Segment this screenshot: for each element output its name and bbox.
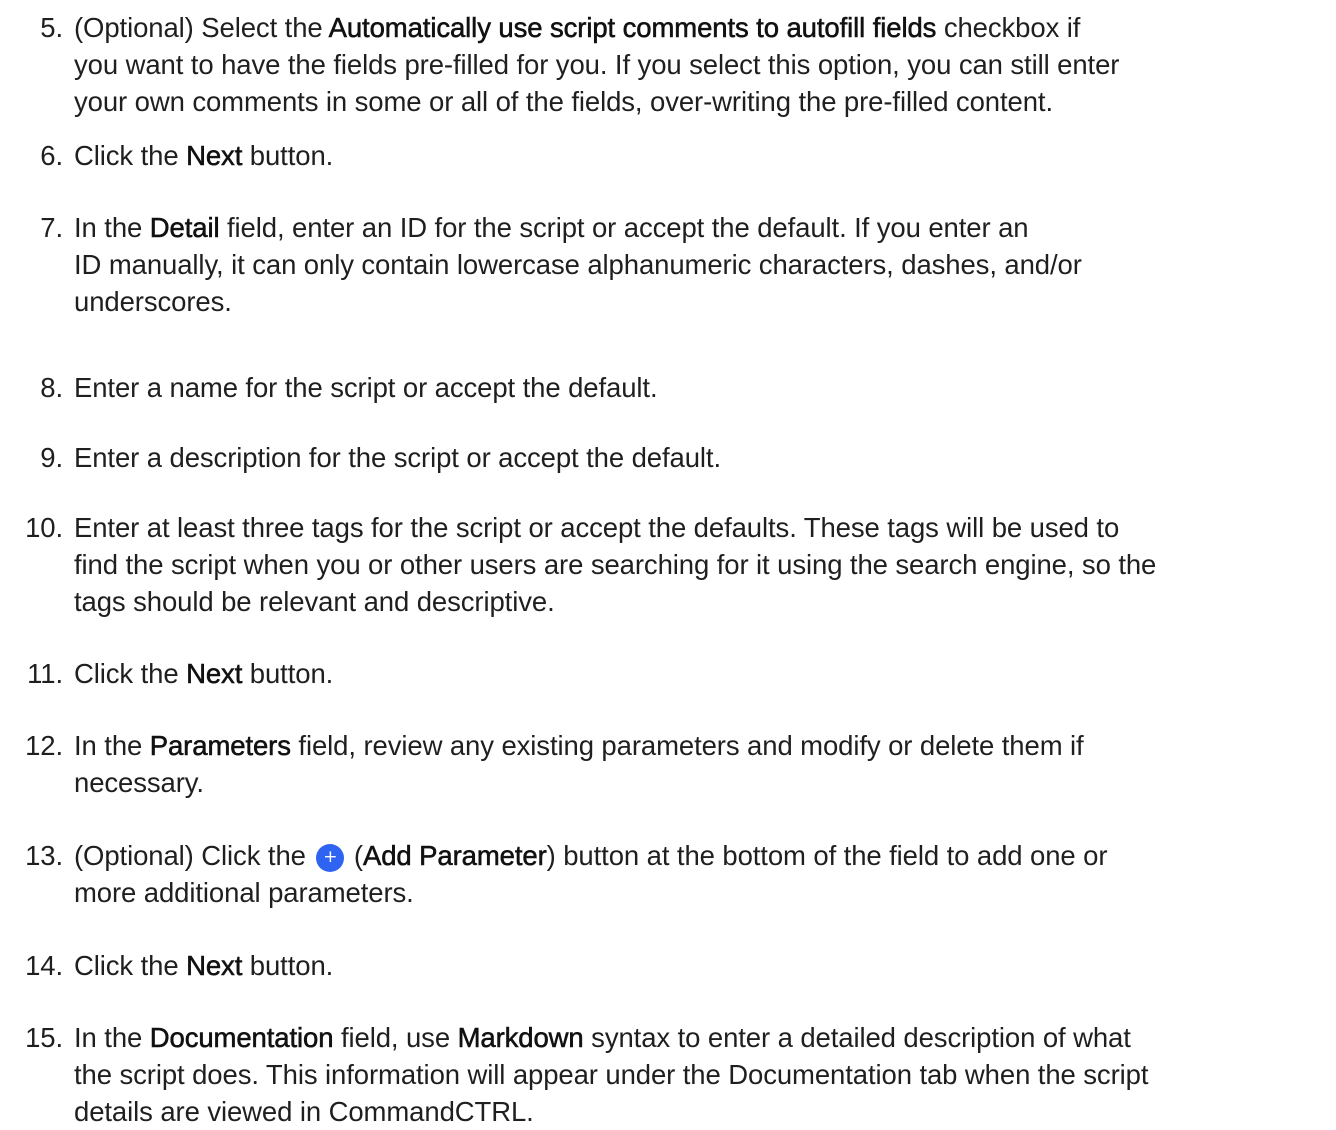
- step-text-run: button.: [242, 140, 334, 171]
- step-text-run: button.: [242, 658, 334, 689]
- step-text-run: you want to have the fields pre-filled f…: [74, 49, 1120, 80]
- step-line: ID manually, it can only contain lowerca…: [74, 246, 1324, 283]
- step-line: the script does. This information will a…: [74, 1056, 1324, 1093]
- step-text: Click the Next button.: [74, 655, 1324, 692]
- step-number: 12.: [25, 730, 63, 761]
- step-number: 10.: [25, 512, 63, 543]
- step-line: Click the Next button.: [74, 947, 1324, 984]
- step-line: necessary.: [74, 764, 1324, 801]
- step-text-run: field, enter an ID for the script or acc…: [219, 212, 1029, 243]
- step-text-run: more additional parameters.: [74, 877, 414, 908]
- step-text-run: In the: [74, 730, 150, 761]
- step-text-run: field, use: [333, 1022, 458, 1053]
- step-line: (Optional) Click the + (Add Parameter) b…: [74, 837, 1324, 874]
- step-text: In the Detail field, enter an ID for the…: [74, 209, 1324, 320]
- step-line: more additional parameters.: [74, 874, 1324, 911]
- step-item: 15. In the Documentation field, use Markd…: [0, 1019, 1336, 1130]
- step-number: 13.: [25, 840, 63, 871]
- step-text-run: Click the: [74, 658, 187, 689]
- step-text-run: (Optional) Select the: [74, 12, 329, 43]
- ui-term: Markdown: [457, 1022, 584, 1054]
- step-item: 14. Click the Next button.: [0, 947, 1336, 984]
- step-number: 6.: [40, 140, 63, 171]
- step-number: 15.: [25, 1022, 63, 1053]
- step-number: 7.: [40, 212, 63, 243]
- step-line: tags should be relevant and descriptive.: [74, 583, 1324, 620]
- step-line: your own comments in some or all of the …: [74, 83, 1324, 120]
- ui-term: Automatically use script comments to aut…: [328, 12, 937, 44]
- add-parameter-icon: +: [316, 844, 345, 872]
- step-text-run: your own comments in some or all of the …: [74, 86, 1053, 117]
- step-line: In the Parameters field, review any exis…: [74, 727, 1324, 764]
- step-line: details are viewed in CommandCTRL.: [74, 1093, 1324, 1130]
- step-text-run: necessary.: [74, 767, 204, 798]
- step-text-run: underscores.: [74, 286, 232, 317]
- step-item: 9. Enter a description for the script or …: [0, 439, 1336, 476]
- step-text-run: the script does. This information will a…: [74, 1059, 1149, 1090]
- step-item: 11. Click the Next button.: [0, 655, 1336, 692]
- step-number: 14.: [25, 950, 63, 981]
- step-text: Enter at least three tags for the script…: [74, 509, 1324, 620]
- step-line: In the Detail field, enter an ID for the…: [74, 209, 1324, 246]
- step-text-run: syntax to enter a detailed description o…: [583, 1022, 1131, 1053]
- step-text: Click the Next button.: [74, 137, 1324, 174]
- step-number: 8.: [40, 372, 63, 403]
- step-text: Enter a description for the script or ac…: [74, 439, 1324, 476]
- step-item: 8. Enter a name for the script or accept …: [0, 369, 1336, 406]
- step-text-run: ) button at the bottom of the field to a…: [546, 840, 1108, 871]
- step-text-run: Enter at least three tags for the script…: [74, 512, 1120, 543]
- step-text-run: tags should be relevant and descriptive.: [74, 586, 555, 617]
- step-line: Click the Next button.: [74, 137, 1324, 174]
- step-text-run: Enter a name for the script or accept th…: [74, 372, 658, 403]
- step-line: underscores.: [74, 283, 1324, 320]
- step-line: Enter a description for the script or ac…: [74, 439, 1324, 476]
- step-text-run: checkbox if: [936, 12, 1081, 43]
- step-line: Click the Next button.: [74, 655, 1324, 692]
- step-item: 5. (Optional) Select the Automatically us…: [0, 9, 1336, 120]
- step-item: 12. In the Parameters field, review any e…: [0, 727, 1336, 801]
- step-item: 7. In the Detail field, enter an ID for t…: [0, 209, 1336, 320]
- step-text: Enter a name for the script or accept th…: [74, 369, 1324, 406]
- ui-term: Next: [186, 658, 243, 690]
- step-line: Enter at least three tags for the script…: [74, 509, 1324, 546]
- ui-term: Next: [186, 140, 243, 172]
- step-number: 11.: [27, 658, 63, 689]
- step-item: 10. Enter at least three tags for the scr…: [0, 509, 1336, 620]
- step-text-run: button.: [242, 950, 334, 981]
- step-text-run: (: [346, 840, 363, 871]
- step-text-run: Click the: [74, 140, 187, 171]
- ui-term: Add Parameter: [362, 840, 547, 872]
- step-text-run: In the: [74, 212, 150, 243]
- step-item: 13. (Optional) Click the + (Add Parameter…: [0, 837, 1336, 911]
- ui-term: Parameters: [149, 730, 291, 762]
- step-text-run: field, review any existing parameters an…: [290, 730, 1084, 761]
- step-text: In the Parameters field, review any exis…: [74, 727, 1324, 801]
- step-line: find the script when you or other users …: [74, 546, 1324, 583]
- step-text-run: Enter a description for the script or ac…: [74, 442, 722, 473]
- ui-term: Next: [186, 950, 243, 982]
- step-line: you want to have the fields pre-filled f…: [74, 46, 1324, 83]
- step-number: 9.: [40, 442, 63, 473]
- step-number: 5.: [40, 12, 63, 43]
- step-text-run: ID manually, it can only contain lowerca…: [74, 249, 1082, 280]
- ui-term: Detail: [149, 212, 220, 244]
- step-text-run: find the script when you or other users …: [74, 549, 1157, 580]
- step-text: In the Documentation field, use Markdown…: [74, 1019, 1324, 1130]
- step-text: (Optional) Click the + (Add Parameter) b…: [74, 837, 1324, 911]
- step-text: (Optional) Select the Automatically use …: [74, 9, 1324, 120]
- step-line: (Optional) Select the Automatically use …: [74, 9, 1324, 46]
- step-line: In the Documentation field, use Markdown…: [74, 1019, 1324, 1056]
- step-text-run: (Optional) Click the: [74, 840, 314, 871]
- step-text-run: details are viewed in CommandCTRL.: [74, 1096, 534, 1127]
- step-item: 6. Click the Next button.: [0, 137, 1336, 174]
- step-text-run: In the: [74, 1022, 150, 1053]
- step-line: Enter a name for the script or accept th…: [74, 369, 1324, 406]
- step-text-run: Click the: [74, 950, 187, 981]
- step-text: Click the Next button.: [74, 947, 1324, 984]
- ui-term: Documentation: [149, 1022, 334, 1054]
